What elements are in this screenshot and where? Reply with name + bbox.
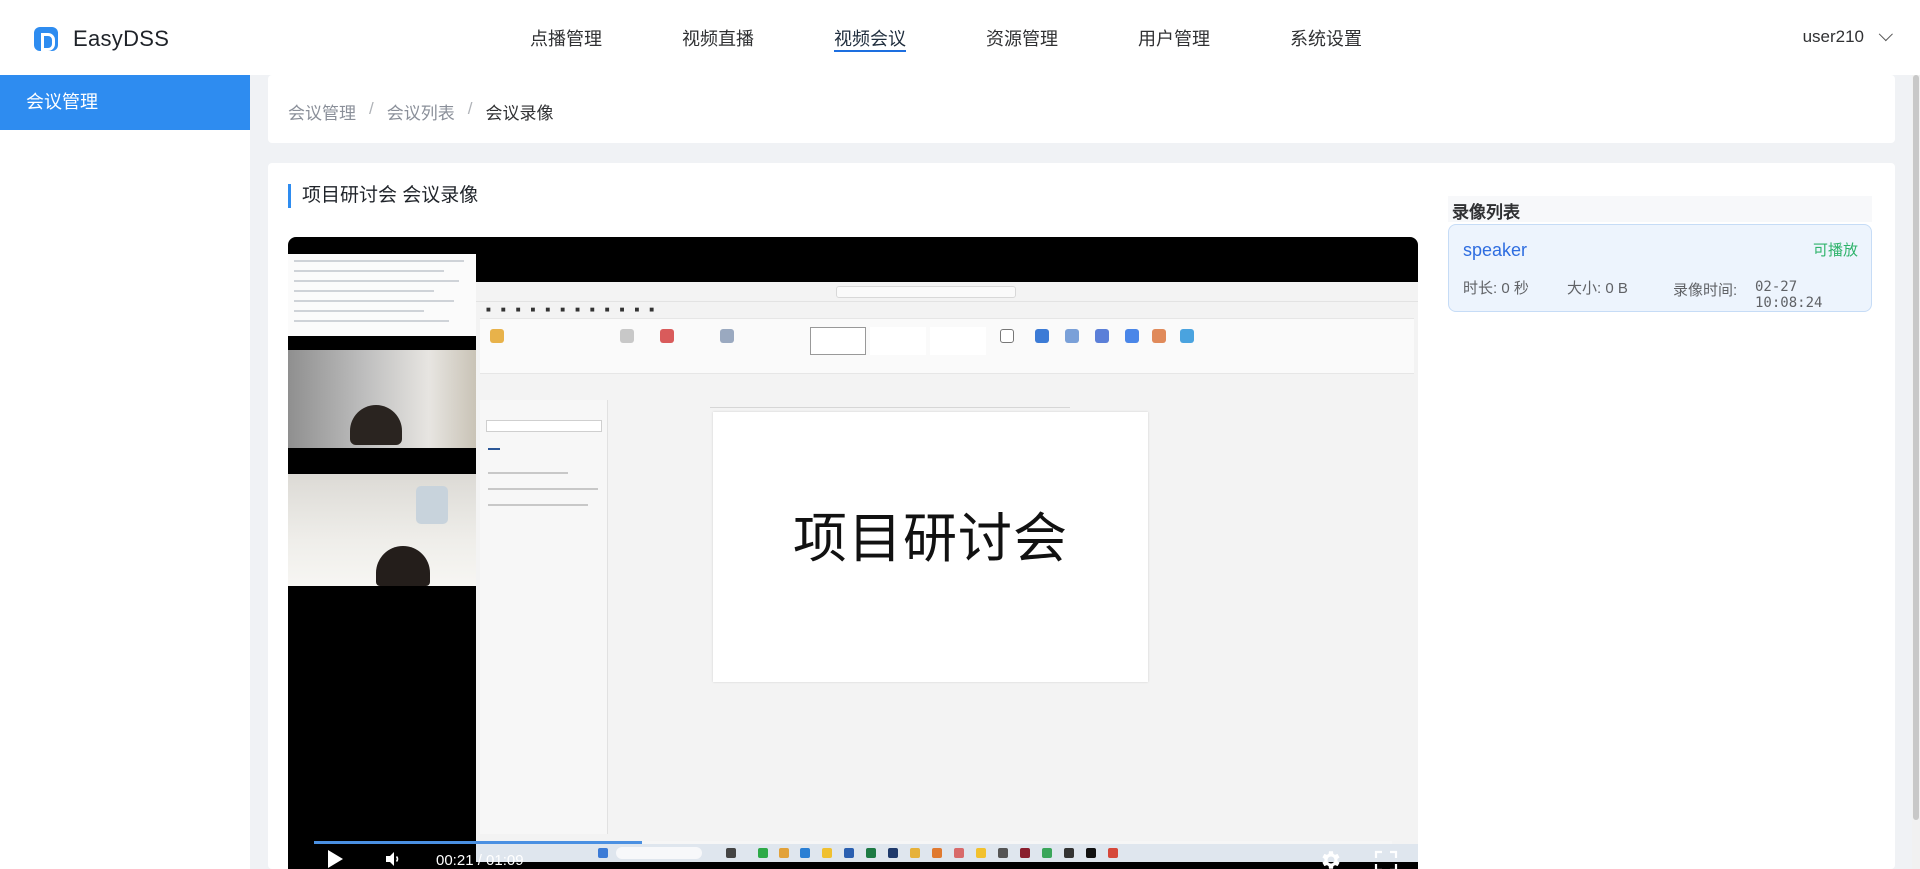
- participant-camera-1: [288, 350, 476, 448]
- logo-icon: [34, 27, 58, 51]
- breadcrumb-separator: /: [369, 99, 374, 118]
- shared-document-thumbnail: [288, 254, 476, 336]
- username: user210: [1802, 27, 1864, 46]
- scrollbar-thumb[interactable]: [1913, 75, 1919, 820]
- nav-item-settings[interactable]: 系统设置: [1290, 0, 1362, 75]
- page-title: 项目研讨会 会议录像: [288, 184, 478, 208]
- gear-icon[interactable]: [1318, 848, 1342, 869]
- recording-time: 02-27 10:08:24: [1755, 279, 1823, 311]
- recording-time-label: 录像时间:: [1673, 282, 1738, 299]
- volume-icon[interactable]: [384, 850, 402, 868]
- play-icon[interactable]: [328, 850, 343, 868]
- main-content-card: 项目研讨会 会议录像 ■ ■ ■ ■ ■ ■ ■ ■ ■ ■ ■ ■ 项目研讨会…: [268, 163, 1895, 869]
- nav-item-vod[interactable]: 点播管理: [530, 0, 602, 75]
- breadcrumb-separator: /: [467, 99, 473, 118]
- recording-name: speaker: [1463, 240, 1528, 260]
- nav-item-conference[interactable]: 视频会议: [834, 0, 906, 75]
- app-logo[interactable]: EasyDSS: [34, 26, 169, 52]
- participant-camera-2: [288, 474, 476, 586]
- recording-list-item[interactable]: speaker 可播放 时长: 0 秒 大小: 0 B 录像时间: 02-27 …: [1448, 224, 1872, 312]
- breadcrumb-current: 会议录像: [485, 104, 554, 123]
- video-player[interactable]: ■ ■ ■ ■ ■ ■ ■ ■ ■ ■ ■ ■ 项目研讨会 00:21 / 01…: [288, 237, 1418, 869]
- nav-item-users[interactable]: 用户管理: [1138, 0, 1210, 75]
- player-controls: 00:21 / 01:09: [288, 842, 1418, 869]
- page-scrollbar[interactable]: [1912, 75, 1920, 869]
- recording-list-header: 录像列表: [1448, 196, 1872, 222]
- app-name: EasyDSS: [73, 26, 170, 51]
- chevron-down-icon: [1878, 27, 1893, 42]
- top-header: EasyDSS 点播管理 视频直播 视频会议 资源管理 用户管理 系统设置 us…: [0, 0, 1920, 75]
- recording-size: 大小: 0 B: [1567, 280, 1628, 297]
- breadcrumb-card: 会议管理 / 会议列表 / 会议录像: [268, 75, 1895, 143]
- fullscreen-icon[interactable]: [1374, 850, 1398, 869]
- status-badge: 可播放: [1812, 242, 1858, 259]
- sidebar: 会议管理: [0, 75, 250, 869]
- recording-list-title: 录像列表: [1452, 203, 1520, 222]
- time-display: 00:21 / 01:09: [436, 852, 524, 869]
- breadcrumb-item[interactable]: 会议列表: [387, 99, 455, 124]
- recording-duration: 时长: 0 秒: [1463, 280, 1529, 297]
- shared-screen: ■ ■ ■ ■ ■ ■ ■ ■ ■ ■ ■ ■ 项目研讨会: [476, 282, 1418, 862]
- sidebar-item-meeting-management[interactable]: 会议管理: [0, 75, 250, 130]
- user-menu[interactable]: user210: [1802, 27, 1893, 47]
- nav-item-live[interactable]: 视频直播: [682, 0, 754, 75]
- breadcrumb: 会议管理 / 会议列表 / 会议录像: [288, 99, 553, 124]
- nav-item-resources[interactable]: 资源管理: [986, 0, 1058, 75]
- breadcrumb-item[interactable]: 会议管理: [288, 99, 356, 124]
- main-nav: 点播管理 视频直播 视频会议 资源管理 用户管理 系统设置: [530, 0, 1442, 75]
- shared-document-text: 项目研讨会: [793, 507, 1068, 570]
